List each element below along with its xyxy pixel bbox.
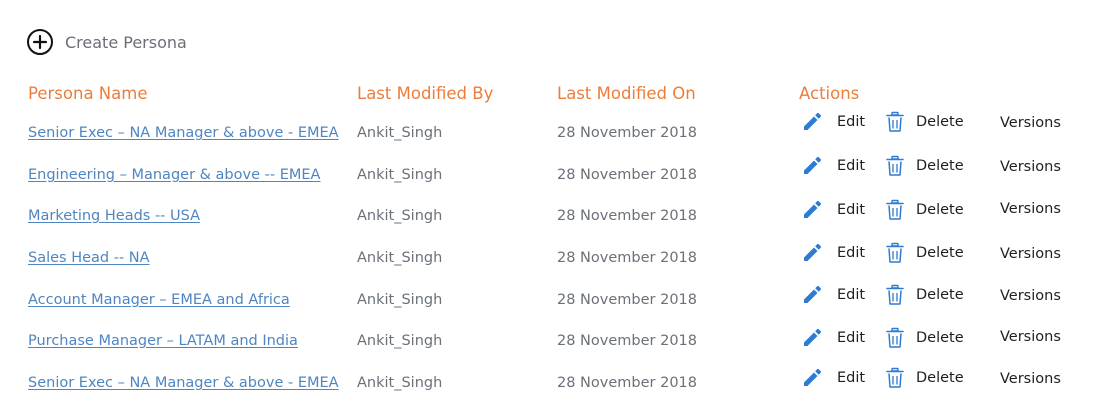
edit-label: Edit [837,287,866,303]
edit-button[interactable]: Edit [801,199,865,221]
versions-link[interactable]: Versions [1000,159,1061,175]
delete-button[interactable]: Delete [885,327,964,349]
pencil-icon [801,111,823,133]
table-row: Engineering – Manager & above -- EMEA Ank… [0,155,1110,187]
last-modified-by: Ankit_Singh [357,167,443,183]
versions-link[interactable]: Versions [1000,115,1061,131]
edit-button[interactable]: Edit [801,242,865,264]
last-modified-on: 28 November 2018 [557,167,698,183]
column-header-persona-name: Persona Name [28,84,148,103]
versions-link[interactable]: Versions [1000,329,1061,345]
column-header-last-modified-on: Last Modified On [557,84,696,103]
edit-label: Edit [837,330,866,346]
column-header-last-modified-by: Last Modified By [357,84,494,103]
delete-label: Delete [916,202,964,218]
pencil-icon [801,242,823,264]
table-row: Senior Exec – NA Manager & above - EMEA A… [0,111,1110,145]
last-modified-by: Ankit_Singh [357,333,443,349]
persona-name-link[interactable]: Purchase Manager – LATAM and India [28,332,298,350]
table-row: Sales Head -- NA Ankit_Singh 28 November 2… [0,242,1110,270]
edit-button[interactable]: Edit [801,284,865,306]
delete-button[interactable]: Delete [885,155,964,177]
edit-label: Edit [837,158,866,174]
column-header-actions: Actions [799,84,860,103]
trash-icon [885,367,905,389]
last-modified-by: Ankit_Singh [357,375,443,391]
last-modified-on: 28 November 2018 [557,375,698,391]
versions-link[interactable]: Versions [1000,288,1061,304]
delete-button[interactable]: Delete [885,367,964,389]
last-modified-by: Ankit_Singh [357,292,443,308]
table-row: Senior Exec – NA Manager & above - EMEA A… [0,367,1110,395]
delete-button[interactable]: Delete [885,284,964,306]
last-modified-on: 28 November 2018 [557,250,698,266]
delete-label: Delete [916,287,964,303]
edit-button[interactable]: Edit [801,155,865,177]
edit-label: Edit [837,114,866,130]
create-persona-button[interactable]: Create Persona [26,28,187,56]
table-row: Account Manager – EMEA and Africa Ankit_S… [0,284,1110,312]
edit-label: Edit [837,245,866,261]
edit-button[interactable]: Edit [801,327,865,349]
delete-button[interactable]: Delete [885,242,964,264]
trash-icon [885,327,905,349]
pencil-icon [801,327,823,349]
last-modified-on: 28 November 2018 [557,125,698,141]
delete-label: Delete [916,245,964,261]
pencil-icon [801,199,823,221]
last-modified-on: 28 November 2018 [557,292,698,308]
versions-link[interactable]: Versions [1000,246,1061,262]
persona-name-link[interactable]: Account Manager – EMEA and Africa [28,291,290,309]
persona-name-link[interactable]: Senior Exec – NA Manager & above - EMEA [28,374,339,392]
table-row: Purchase Manager – LATAM and India Ankit_… [0,327,1110,353]
persona-name-link[interactable]: Marketing Heads -- USA [28,207,200,225]
pencil-icon [801,155,823,177]
last-modified-on: 28 November 2018 [557,208,698,224]
last-modified-on: 28 November 2018 [557,333,698,349]
trash-icon [885,155,905,177]
edit-label: Edit [837,370,866,386]
persona-name-link[interactable]: Engineering – Manager & above -- EMEA [28,166,320,184]
pencil-icon [801,367,823,389]
plus-circle-icon [26,28,54,56]
table-row: Marketing Heads -- USA Ankit_Singh 28 Nove… [0,199,1110,228]
last-modified-by: Ankit_Singh [357,250,443,266]
delete-label: Delete [916,114,964,130]
last-modified-by: Ankit_Singh [357,208,443,224]
delete-button[interactable]: Delete [885,111,964,133]
edit-button[interactable]: Edit [801,367,865,389]
delete-label: Delete [916,370,964,386]
persona-name-link[interactable]: Sales Head -- NA [28,249,150,267]
versions-link[interactable]: Versions [1000,371,1061,387]
edit-label: Edit [837,202,866,218]
last-modified-by: Ankit_Singh [357,125,443,141]
trash-icon [885,199,905,221]
delete-label: Delete [916,330,964,346]
pencil-icon [801,284,823,306]
edit-button[interactable]: Edit [801,111,865,133]
trash-icon [885,111,905,133]
create-persona-label: Create Persona [65,32,187,52]
versions-link[interactable]: Versions [1000,201,1061,217]
persona-name-link[interactable]: Senior Exec – NA Manager & above - EMEA [28,124,339,142]
delete-label: Delete [916,158,964,174]
delete-button[interactable]: Delete [885,199,964,221]
trash-icon [885,284,905,306]
trash-icon [885,242,905,264]
